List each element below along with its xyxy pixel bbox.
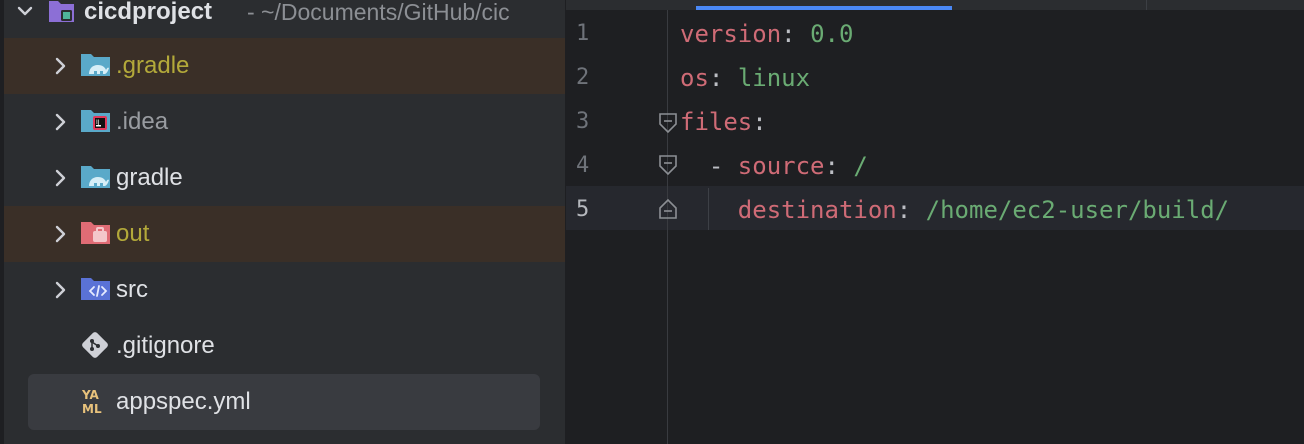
svg-text:IJ: IJ	[96, 119, 100, 126]
yaml-key: source	[737, 152, 825, 180]
chevron-right-icon[interactable]	[50, 224, 70, 249]
yaml-value: linux	[737, 64, 811, 92]
fold-close-icon[interactable]	[658, 196, 678, 226]
code-text[interactable]: destination: /home/ec2-user/build/	[680, 196, 1229, 224]
yaml-separator: :	[781, 20, 811, 48]
chevron-right-icon[interactable]	[50, 280, 70, 305]
chevron-down-icon[interactable]	[14, 0, 36, 27]
tree-item-label: appspec.yml	[116, 388, 251, 415]
project-root-row[interactable]: cicdproject - ~/Documents/GitHub/cic	[0, 0, 565, 32]
excluded-folder-icon	[80, 218, 112, 253]
chevron-right-icon[interactable]	[50, 112, 70, 137]
chevron-right-icon[interactable]	[50, 56, 70, 81]
project-path: - ~/Documents/GitHub/cic	[247, 0, 510, 25]
line-number: 4	[576, 153, 590, 178]
yaml-separator: :	[708, 64, 738, 92]
code-text[interactable]: version: 0.0	[680, 20, 853, 48]
line-number: 1	[576, 21, 590, 46]
tree-item-label: .idea	[116, 108, 169, 135]
tree-item-gradle[interactable]: gradle	[4, 150, 565, 206]
code-text[interactable]: os: linux	[680, 64, 810, 92]
tree-item-label: gradle	[116, 164, 183, 191]
module-icon	[48, 0, 76, 29]
yaml-key: destination	[737, 196, 897, 224]
gradle-folder-icon	[80, 50, 112, 85]
tree-item-out[interactable]: out	[4, 206, 565, 262]
project-name: cicdproject	[84, 0, 213, 25]
gradle-folder-icon	[80, 162, 112, 197]
yaml-value: 0.0	[810, 20, 854, 48]
tree-item-src[interactable]: src	[4, 262, 565, 318]
yaml-separator: :	[896, 196, 926, 224]
git-file-icon	[80, 330, 110, 365]
yaml-key: os	[680, 64, 709, 92]
yaml-separator: :	[824, 152, 854, 180]
tree-item-gitignore[interactable]: .gitignore	[4, 318, 565, 374]
line-number: 5	[576, 197, 590, 222]
tab-divider	[1146, 0, 1147, 10]
line-number: 2	[576, 65, 590, 90]
yaml-file-icon: YA ML	[80, 386, 110, 421]
code-indent: -	[680, 152, 738, 180]
fold-open-icon[interactable]	[658, 154, 678, 184]
yaml-separator: :	[752, 108, 767, 136]
code-line[interactable]: 1 version: 0.0	[566, 12, 1304, 56]
idea-folder-icon: IJ	[80, 106, 112, 141]
yaml-key: files	[680, 108, 753, 136]
chevron-right-icon[interactable]	[50, 168, 70, 193]
fold-open-icon[interactable]	[658, 112, 678, 142]
tree-item-idea[interactable]: IJ .idea	[4, 94, 565, 150]
svg-text:YA: YA	[81, 388, 100, 402]
code-text[interactable]: - source: /	[680, 152, 868, 180]
project-tool-window: cicdproject - ~/Documents/GitHub/cic .gr…	[0, 0, 565, 444]
yaml-value: /	[853, 152, 868, 180]
tree-item-label: .gitignore	[116, 332, 215, 359]
code-line[interactable]: 2 os: linux	[566, 56, 1304, 100]
svg-text:ML: ML	[82, 402, 102, 416]
yaml-value: /home/ec2-user/build/	[925, 196, 1230, 224]
tree-item-appspec[interactable]: YA ML appspec.yml	[28, 374, 540, 430]
tree-item-label: out	[116, 220, 150, 247]
active-tab-indicator	[696, 6, 952, 10]
code-line-current[interactable]: 5 destination: /home/ec2-user/build/	[566, 188, 1304, 232]
tree-item-label: src	[116, 276, 148, 303]
code-text[interactable]: files:	[680, 108, 767, 136]
code-line[interactable]: 3 files:	[566, 100, 1304, 144]
line-number: 3	[576, 109, 590, 134]
code-line[interactable]: 4 - source: /	[566, 144, 1304, 188]
tree-item-dot-gradle[interactable]: .gradle	[4, 38, 565, 94]
yaml-key: version	[680, 20, 782, 48]
source-folder-icon	[80, 274, 112, 309]
tree-item-label: .gradle	[116, 52, 190, 79]
code-editor[interactable]: 1 version: 0.0 2 os: linux 3 files: 4 - …	[566, 0, 1304, 444]
